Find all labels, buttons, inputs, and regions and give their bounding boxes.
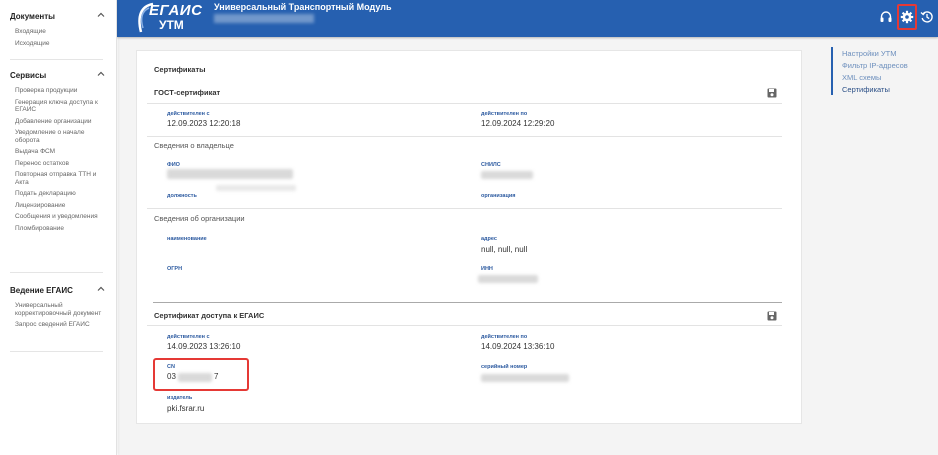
sidebar-item-messages[interactable]: Сообщения и уведомления: [10, 213, 108, 221]
sidebar-group-header[interactable]: Ведение ЕГАИС: [10, 286, 108, 298]
sidebar-divider: [10, 59, 103, 60]
cert-separator: [153, 302, 782, 303]
access-valid-from-label: действителен с: [167, 334, 210, 340]
chevron-up-icon[interactable]: [96, 10, 106, 20]
sidebar-item-stock-transfer[interactable]: Перенос остатков: [10, 160, 108, 168]
sidebar-group-egais: Ведение ЕГАИС Универсальный корректирово…: [10, 286, 108, 329]
issuer-label: издатель: [167, 395, 193, 401]
nav-xml-schemas[interactable]: XML схемы: [833, 73, 931, 83]
access-valid-to-label: действителен по: [481, 334, 528, 340]
address-label: адрес: [481, 236, 497, 242]
owner-section-title: Сведения о владельце: [154, 141, 234, 150]
cn-highlight: [153, 358, 249, 391]
sidebar-item-product-check[interactable]: Проверка продукции: [10, 87, 108, 95]
sidebar: Документы Входящие Исходящие Сервисы Про…: [0, 0, 117, 455]
sidebar-group-documents: Документы Входящие Исходящие: [10, 12, 108, 47]
egais-logo[interactable]: ЕГАИС УТМ: [135, 2, 211, 34]
sidebar-item-declaration[interactable]: Подать декларацию: [10, 190, 108, 198]
serial-label: серийный номер: [481, 364, 528, 370]
history-icon[interactable]: [920, 10, 934, 24]
sidebar-item-turnover-notice[interactable]: Уведомление о начале оборота: [10, 129, 108, 144]
sidebar-item-incoming[interactable]: Входящие: [10, 28, 108, 36]
app-subtitle-redacted: [214, 14, 314, 23]
chevron-up-icon[interactable]: [96, 69, 106, 79]
access-valid-from: 14.09.2023 13:26:10: [167, 342, 241, 351]
snils-value-redacted: [481, 171, 533, 179]
sidebar-item-correction-doc[interactable]: Универсальный корректировочный документ: [10, 302, 108, 317]
app-header: ЕГАИС УТМ Универсальный Транспортный Мод…: [117, 0, 938, 37]
sidebar-divider: [10, 351, 103, 352]
sidebar-item-outgoing[interactable]: Исходящие: [10, 40, 108, 48]
sidebar-group-header[interactable]: Сервисы: [10, 71, 108, 83]
gost-valid-to-label: действителен по: [481, 111, 528, 117]
logo-text-bottom: УТМ: [159, 18, 184, 32]
logo-text-top: ЕГАИС: [149, 2, 203, 19]
sidebar-item-sealing[interactable]: Пломбирование: [10, 225, 108, 233]
org-name-label: наименование: [167, 236, 207, 242]
sidebar-group-title: Документы: [10, 12, 55, 21]
page-title: Сертификаты: [154, 65, 206, 74]
position-label: должность: [167, 193, 197, 199]
address-value: null, null, null: [481, 245, 528, 254]
issuer-value: pki.fsrar.ru: [167, 404, 205, 413]
sidebar-group-services: Сервисы Проверка продукции Генерация клю…: [10, 71, 108, 232]
gost-cert-title: ГОСТ-сертификат: [154, 88, 221, 97]
sidebar-item-egais-query[interactable]: Запрос сведений ЕГАИС: [10, 321, 108, 329]
nav-certificates[interactable]: Сертификаты: [833, 85, 931, 95]
inn-label: ИНН: [481, 266, 493, 272]
save-icon[interactable]: [767, 311, 777, 321]
org-label: организация: [481, 193, 516, 199]
section-divider: [147, 325, 782, 326]
sidebar-item-resend-ttn[interactable]: Повторная отправка ТТН и Акта: [10, 171, 108, 186]
position-value-redacted: [216, 185, 296, 191]
snils-label: СНИЛС: [481, 162, 501, 168]
sidebar-item-fsm-issue[interactable]: Выдача ФСМ: [10, 148, 108, 156]
app-title: Универсальный Транспортный Модуль: [214, 2, 392, 12]
section-divider: [147, 136, 782, 137]
headset-icon[interactable]: [879, 10, 893, 24]
inn-value-redacted: [478, 275, 538, 283]
gost-valid-from: 12.09.2023 12:20:18: [167, 119, 241, 128]
nav-ip-filter[interactable]: Фильтр IP-адресов: [833, 61, 931, 71]
nav-utm-settings[interactable]: Настройки УТМ: [833, 49, 931, 59]
sidebar-item-key-generation[interactable]: Генерация ключа доступа к ЕГАИС: [10, 99, 108, 114]
access-cert-title: Сертификат доступа к ЕГАИС: [154, 311, 265, 320]
sidebar-item-licensing[interactable]: Лицензирование: [10, 202, 108, 210]
fio-value-redacted: [167, 169, 293, 179]
org-section-title: Сведения об организации: [154, 214, 245, 223]
save-icon[interactable]: [767, 88, 777, 98]
gost-valid-from-label: действителен с: [167, 111, 210, 117]
gear-icon[interactable]: [900, 10, 914, 24]
settings-nav: Настройки УТМ Фильтр IP-адресов XML схем…: [831, 47, 931, 95]
sidebar-divider: [10, 272, 103, 273]
gost-valid-to: 12.09.2024 12:29:20: [481, 119, 555, 128]
chevron-up-icon[interactable]: [96, 284, 106, 294]
section-divider: [147, 103, 782, 104]
access-valid-to: 14.09.2024 13:36:10: [481, 342, 555, 351]
sidebar-item-add-organization[interactable]: Добавление организации: [10, 118, 108, 126]
sidebar-group-title: Сервисы: [10, 71, 47, 80]
sidebar-group-title: Ведение ЕГАИС: [10, 286, 73, 295]
ogrn-label: ОГРН: [167, 266, 183, 272]
sidebar-group-header[interactable]: Документы: [10, 12, 108, 24]
serial-value-redacted: [481, 374, 569, 382]
section-divider: [147, 208, 782, 209]
fio-label: ФИО: [167, 162, 180, 168]
